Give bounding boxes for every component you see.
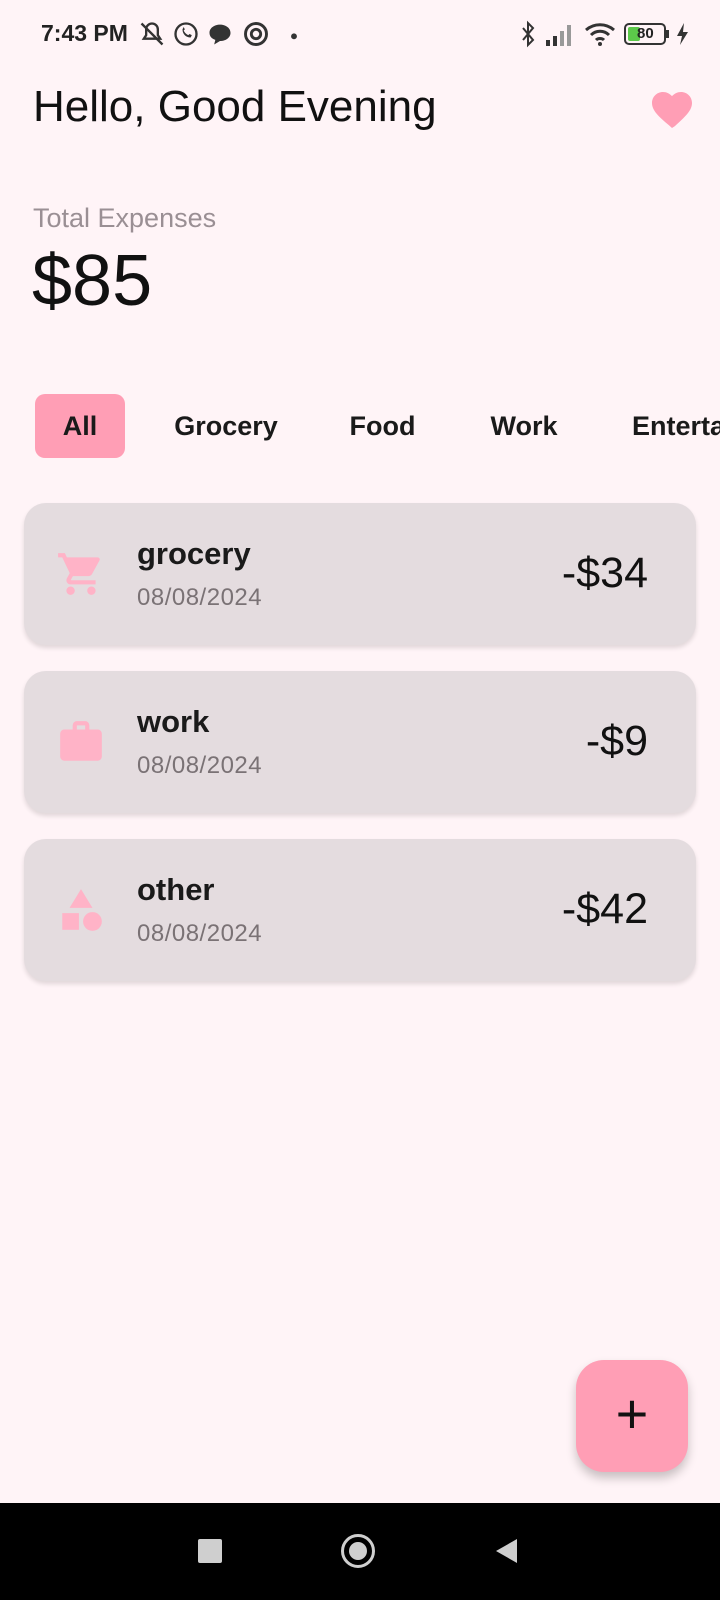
total-expenses-label: Total Expenses	[33, 203, 217, 233]
home-button[interactable]	[341, 1534, 375, 1568]
chat-icon	[209, 24, 231, 45]
transaction-card[interactable]: work 08/08/2024 -$9	[24, 671, 696, 813]
signal-icon	[546, 25, 571, 46]
transaction-date: 08/08/2024	[137, 584, 263, 611]
recents-button[interactable]	[198, 1539, 222, 1563]
status-bar: 7:43 PM 80	[0, 0, 720, 70]
whatsapp-icon	[174, 22, 198, 46]
cart-icon	[58, 553, 100, 595]
filter-chip-food[interactable]: Food	[340, 394, 425, 458]
plus-icon: +	[615, 1382, 649, 1445]
briefcase-icon	[60, 721, 102, 761]
navigation-bar	[0, 1503, 720, 1600]
transaction-amount: -$42	[561, 885, 648, 933]
transaction-amount: -$34	[561, 549, 648, 597]
filter-chip-grocery[interactable]: Grocery	[166, 394, 286, 458]
favorite-button[interactable]	[648, 86, 696, 134]
transaction-title: work	[137, 704, 210, 739]
battery-level: 80	[637, 25, 654, 42]
transaction-date: 08/08/2024	[137, 752, 263, 779]
filter-chip-work[interactable]: Work	[478, 394, 570, 458]
charging-icon	[677, 23, 688, 45]
status-time: 7:43 PM	[41, 20, 128, 46]
home-dot	[349, 1542, 367, 1560]
battery-icon: 80	[624, 20, 670, 48]
transaction-card[interactable]: grocery 08/08/2024 -$34	[24, 503, 696, 645]
filter-chip-all[interactable]: All	[35, 394, 125, 458]
category-filter-bar: All Grocery Food Work Entertainment	[0, 392, 720, 462]
sync-icon	[244, 22, 268, 46]
add-expense-button[interactable]: +	[576, 1360, 688, 1472]
filter-chip-entertainment[interactable]: Entertainment	[632, 394, 720, 458]
dot-icon	[291, 33, 297, 40]
transaction-title: other	[137, 872, 215, 907]
transaction-amount: -$9	[585, 717, 648, 765]
heart-icon	[652, 92, 692, 128]
total-expenses-value: $85	[32, 241, 153, 321]
wifi-icon	[585, 23, 615, 46]
transaction-title: grocery	[137, 536, 251, 571]
greeting-title: Hello, Good Evening	[33, 82, 437, 131]
back-button[interactable]	[493, 1537, 519, 1565]
bluetooth-icon	[522, 20, 535, 48]
transaction-card[interactable]: other 08/08/2024 -$42	[24, 839, 696, 981]
transaction-date: 08/08/2024	[137, 920, 263, 947]
mute-icon	[140, 22, 164, 46]
shapes-icon	[62, 889, 102, 931]
